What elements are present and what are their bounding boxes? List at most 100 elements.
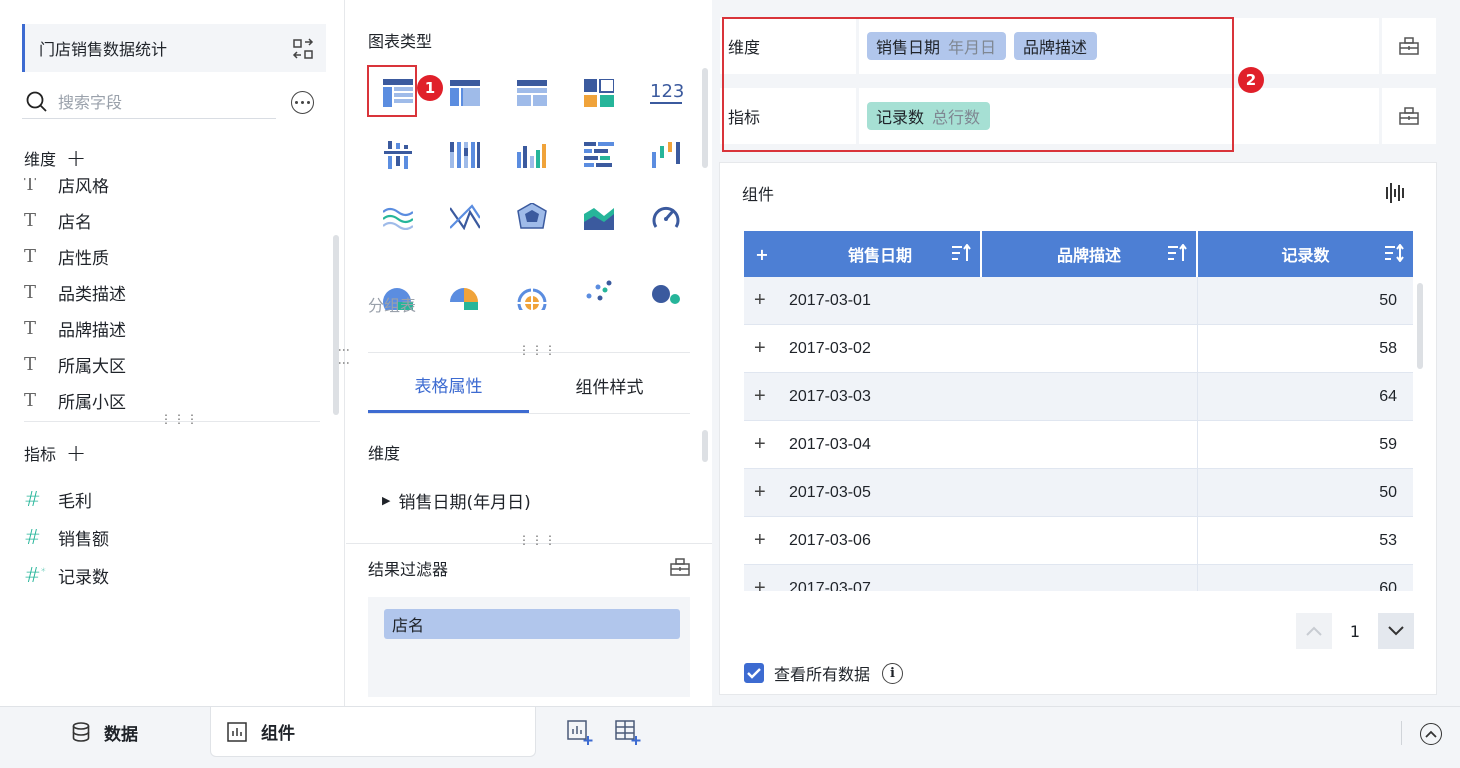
dataset-title-bar[interactable]: 门店销售数据统计 <box>22 24 326 72</box>
bubble-icon[interactable] <box>632 248 699 310</box>
step-badge-2: 2 <box>1238 67 1264 93</box>
gauge-icon[interactable] <box>632 186 699 248</box>
field-item[interactable]: T 店风格 <box>24 178 126 202</box>
filter-settings-icon[interactable] <box>670 558 690 580</box>
sort-both-icon[interactable] <box>1385 243 1405 266</box>
step-badge-1: 1 <box>417 75 443 101</box>
data-panel: 门店销售数据统计 维度 + T店风格 T店名 T店性质 T品类描述 T品牌描述 … <box>0 0 345 706</box>
dimension-scrollbar[interactable] <box>333 235 339 415</box>
add-measure-icon[interactable]: + <box>66 441 86 465</box>
dataset-title: 门店销售数据统计 <box>39 40 168 59</box>
field-item[interactable]: T 品类描述 <box>24 274 126 310</box>
add-chart-component-icon[interactable] <box>567 720 593 750</box>
radar-icon[interactable] <box>498 186 565 248</box>
multi-pie-icon[interactable] <box>431 248 498 310</box>
collapse-panel-icon[interactable] <box>1420 723 1442 745</box>
expand-row-icon[interactable]: + <box>754 481 774 504</box>
component-preview: 组件 + 销售日期 品牌描述 记录数 +2017-03-01 50 + 2017… <box>719 162 1437 695</box>
waterfall-icon[interactable] <box>632 124 699 186</box>
wave-line-icon[interactable] <box>364 186 431 248</box>
group-table: + 销售日期 品牌描述 记录数 +2017-03-01 50 +2017-03-0… <box>744 231 1413 591</box>
more-options-icon[interactable] <box>291 91 314 114</box>
expand-row-icon[interactable]: + <box>754 529 774 552</box>
table-row[interactable]: +2017-03-05 50 <box>744 469 1413 517</box>
properties-scrollbar[interactable] <box>702 430 708 462</box>
grouped-column-icon[interactable] <box>364 124 431 186</box>
field-item[interactable]: T 店性质 <box>24 238 126 274</box>
filter-drop-zone[interactable]: 店名 <box>368 597 690 697</box>
stacked-column-icon[interactable] <box>431 124 498 186</box>
table-row[interactable]: +2017-03-04 59 <box>744 421 1413 469</box>
dimension-section-header: 维度 + <box>24 146 86 170</box>
resize-handle-icon[interactable]: ⋮⋮⋮ <box>518 344 557 356</box>
resize-handle-icon[interactable]: ⋮⋮⋮ <box>160 413 199 425</box>
tab-component-style[interactable]: 组件样式 <box>529 358 690 413</box>
expand-row-icon[interactable]: + <box>754 433 774 456</box>
expand-row-icon[interactable]: + <box>754 337 774 360</box>
dimension-field-list: T 店风格 T 店名 T 店性质 T 品类描述 T 品牌描述 T 所属大区 T 所属小区 <box>24 178 324 414</box>
measure-slot-settings-icon[interactable] <box>1382 88 1436 144</box>
detail-table-icon[interactable] <box>498 62 565 124</box>
scatter-icon[interactable] <box>565 248 632 310</box>
field-item[interactable]: # 毛利 <box>24 480 109 518</box>
text-field-icon: T <box>24 245 37 267</box>
table-row[interactable]: +2017-03-03 64 <box>744 373 1413 421</box>
chart-type-title: 图表类型 <box>368 32 433 51</box>
expand-row-icon[interactable]: + <box>754 289 774 312</box>
area-icon[interactable] <box>565 186 632 248</box>
chevron-down-icon <box>1388 626 1404 636</box>
table-row[interactable]: +2017-03-06 53 <box>744 517 1413 565</box>
measure-header: 指标 <box>24 445 57 464</box>
panel-resize-handle-icon[interactable]: ⋮⋮ <box>337 344 351 370</box>
header-brand[interactable]: 品牌描述 <box>982 231 1198 277</box>
filter-field-pill[interactable]: 店名 <box>384 609 680 639</box>
info-icon[interactable]: i <box>882 662 904 684</box>
view-all-data[interactable]: 查看所有数据 i <box>744 661 904 685</box>
field-item[interactable]: # 销售额 <box>24 518 109 556</box>
prev-page-button[interactable] <box>1295 613 1332 649</box>
table-scrollbar[interactable] <box>1417 283 1423 369</box>
add-table-component-icon[interactable] <box>615 720 641 750</box>
result-filter-section: ⋮⋮⋮ 结果过滤器 店名 <box>346 534 712 706</box>
tab-data[interactable]: 数据 <box>72 707 138 757</box>
line-icon[interactable] <box>431 186 498 248</box>
add-dimension-icon[interactable]: + <box>66 146 86 170</box>
table-row[interactable]: +2017-03-07 60 <box>744 565 1413 591</box>
multi-column-icon[interactable] <box>498 124 565 186</box>
expand-all-header[interactable]: + <box>744 231 780 277</box>
caret-right-icon[interactable]: ▶ <box>382 494 390 507</box>
text-field-icon: T <box>24 209 37 231</box>
dimension-slot-settings-icon[interactable] <box>1382 18 1436 74</box>
table-row[interactable]: +2017-03-02 58 <box>744 325 1413 373</box>
search-input[interactable] <box>58 92 258 112</box>
view-all-checkbox[interactable] <box>744 663 764 683</box>
expand-row-icon[interactable]: + <box>754 577 774 591</box>
header-record-count[interactable]: 记录数 <box>1198 231 1413 277</box>
chart-settings-icon[interactable] <box>1386 183 1406 207</box>
pagination: 1 <box>1295 613 1414 649</box>
header-sales-date[interactable]: 销售日期 <box>780 231 982 277</box>
tab-component[interactable]: 组件 <box>210 707 536 757</box>
property-dimension-item[interactable]: ▶ 销售日期(年月日) <box>382 488 531 513</box>
tab-table-properties[interactable]: 表格属性 <box>368 358 529 413</box>
field-item[interactable]: T 所属小区 <box>24 382 126 414</box>
sort-asc-icon[interactable] <box>952 243 972 266</box>
field-item[interactable]: #* 记录数 <box>24 556 109 594</box>
number-field-icon: # <box>24 525 41 549</box>
bar-icon[interactable] <box>565 124 632 186</box>
number-card-icon[interactable]: 123 <box>632 62 699 124</box>
field-search[interactable] <box>22 86 276 119</box>
kpi-card-icon[interactable] <box>565 62 632 124</box>
table-row[interactable]: +2017-03-01 50 <box>744 277 1413 325</box>
field-item[interactable]: T 店名 <box>24 202 126 238</box>
expand-row-icon[interactable]: + <box>754 385 774 408</box>
chart-type-scrollbar[interactable] <box>702 68 708 168</box>
chevron-up-icon <box>1306 626 1322 636</box>
sort-asc-icon[interactable] <box>1168 243 1188 266</box>
field-item[interactable]: T 所属大区 <box>24 346 126 382</box>
next-page-button[interactable] <box>1378 613 1414 649</box>
field-item[interactable]: T 品牌描述 <box>24 310 126 346</box>
resize-handle-icon[interactable]: ⋮⋮⋮ <box>518 534 557 546</box>
rose-icon[interactable] <box>498 248 565 310</box>
switch-dataset-icon[interactable] <box>292 38 314 60</box>
